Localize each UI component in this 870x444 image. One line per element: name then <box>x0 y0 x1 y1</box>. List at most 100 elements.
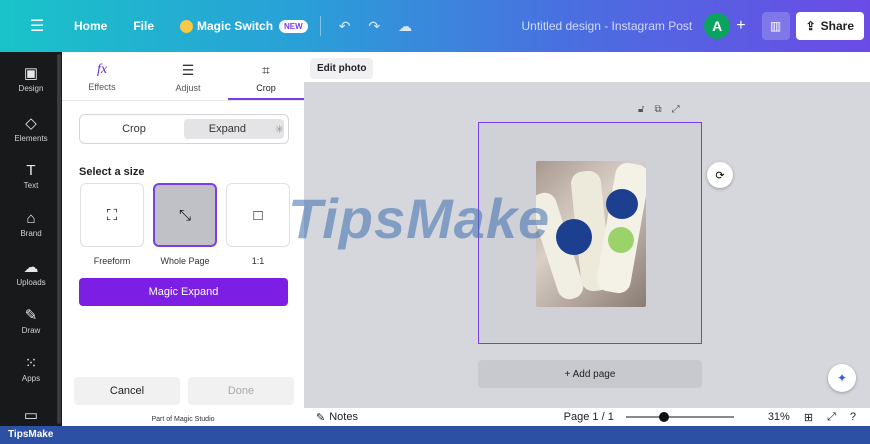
tab-label: Effects <box>88 82 116 92</box>
sidebar-item-folder[interactable]: ▭ <box>0 406 62 426</box>
tab-label: Crop <box>256 83 276 93</box>
lime-graphic <box>608 227 634 253</box>
product-photo[interactable] <box>536 161 646 307</box>
cancel-button[interactable]: Cancel <box>74 377 180 405</box>
brand-icon: ⌂ <box>26 210 36 227</box>
divider <box>319 16 321 36</box>
canvas-area: Edit photo 🔓︎⧉⤢ ⟳ + Add page ✦ <box>304 52 870 408</box>
bottom-bar: ✎ Notes Page 1 / 1 31% ⊞ ⤢ ? <box>304 408 870 426</box>
notes-icon: ✎ <box>316 411 326 424</box>
logo-circle <box>606 189 638 219</box>
cloud-save-icon[interactable]: ☁ <box>398 18 412 35</box>
sidebar-item-draw[interactable]: ✎ Draw <box>0 306 62 335</box>
crop-segment[interactable]: Crop <box>84 119 184 139</box>
grid-view-icon[interactable]: ⊞ <box>804 411 813 424</box>
size-label: 1:1 <box>251 256 265 266</box>
add-icon[interactable]: ⤢ <box>672 104 690 115</box>
sidebar-item-label: Apps <box>21 374 41 383</box>
size-option-freeform[interactable]: ⛶ <box>80 183 144 247</box>
avatar[interactable]: A <box>704 13 731 39</box>
help-icon[interactable]: ? <box>850 411 856 423</box>
sliders-icon: ☰ <box>181 62 195 78</box>
sidebar-item-elements[interactable]: ◇ Elements <box>0 114 62 143</box>
magic-switch-label: Magic Switch <box>197 19 274 33</box>
redo-icon[interactable]: ↷ <box>368 18 380 35</box>
done-button[interactable]: Done <box>188 377 294 405</box>
crop-expand-toggle: Crop Expand ✳ <box>79 114 289 144</box>
tab-label: Adjust <box>175 83 201 93</box>
add-page-button[interactable]: + Add page <box>478 360 702 388</box>
duplicate-icon[interactable]: ⧉ <box>654 104 671 115</box>
whole-page-icon: ⤡ <box>178 206 191 224</box>
upload-icon: ⇪ <box>805 19 816 33</box>
sidebar-item-label: Uploads <box>16 278 46 287</box>
notes-label: Notes <box>329 411 358 423</box>
share-label: Share <box>820 19 854 33</box>
page-indicator[interactable]: Page 1 / 1 <box>564 411 614 423</box>
add-collaborator-icon[interactable]: + <box>736 17 745 35</box>
undo-icon[interactable]: ↶ <box>339 18 351 35</box>
top-bar: ☰ Home File Magic Switch NEW ↶ ↷ ☁ Untit… <box>0 0 870 52</box>
page-actions: 🔓︎⧉⤢ <box>638 104 690 115</box>
logo-circle <box>556 219 592 255</box>
sidebar-item-brand[interactable]: ⌂ Brand <box>0 210 62 238</box>
zoom-level[interactable]: 31% <box>768 411 790 423</box>
size-label: Whole Page <box>160 256 210 266</box>
size-label: Freeform <box>93 256 131 266</box>
sidebar-item-label: Elements <box>14 134 48 143</box>
edit-panel: fx Effects ☰ Adjust ⌗ Crop Crop Expand ✳… <box>62 52 312 426</box>
left-sidebar: ▣ Design ◇ Elements T Text ⌂ Brand ☁ Upl… <box>0 52 62 426</box>
expand-label: Expand <box>208 123 247 135</box>
fullscreen-icon[interactable]: ⤢ <box>827 411 836 424</box>
notes-button[interactable]: ✎ Notes <box>316 411 358 424</box>
expand-segment[interactable]: Expand ✳ <box>184 119 284 139</box>
footer-brand: TipsMake <box>0 426 870 444</box>
sidebar-scrollbar[interactable] <box>57 54 61 424</box>
rotate-icon[interactable]: ⟳ <box>707 162 733 188</box>
magic-switch-button[interactable]: Magic Switch NEW <box>180 19 308 33</box>
magic-assistant-icon[interactable]: ✦ <box>828 364 856 392</box>
edit-photo-button[interactable]: Edit photo <box>310 58 374 79</box>
magic-expand-button[interactable]: Magic Expand <box>79 278 288 306</box>
design-page[interactable] <box>478 122 702 344</box>
canvas-toolbar: Edit photo <box>304 52 870 82</box>
sidebar-item-label: Brand <box>20 229 42 238</box>
grid-icon: ⁙ <box>24 355 38 372</box>
magic-studio-note: Part of Magic Studio <box>151 416 215 423</box>
tab-adjust[interactable]: ☰ Adjust <box>158 62 218 93</box>
text-icon: T <box>26 162 36 179</box>
sidebar-item-label: Design <box>18 84 44 93</box>
sidebar-item-apps[interactable]: ⁙ Apps <box>0 354 62 383</box>
cloud-upload-icon: ☁ <box>23 259 39 276</box>
folder-icon: ▭ <box>23 407 39 424</box>
panel-tabs: fx Effects ☰ Adjust ⌗ Crop <box>62 52 304 101</box>
pen-icon: ✎ <box>24 307 38 324</box>
sidebar-item-design[interactable]: ▣ Design <box>0 64 62 93</box>
insights-icon[interactable]: ▥ <box>761 12 790 40</box>
crop-icon: ⌗ <box>262 62 270 78</box>
size-option-whole-page[interactable]: ⤡ <box>153 183 217 247</box>
size-option-1-1[interactable]: □ <box>226 183 290 247</box>
fx-icon: fx <box>96 62 108 77</box>
share-button[interactable]: ⇪ Share <box>795 12 864 40</box>
tabs-divider <box>62 100 304 101</box>
sidebar-item-text[interactable]: T Text <box>0 162 62 190</box>
sidebar-item-label: Draw <box>21 326 41 335</box>
document-title[interactable]: Untitled design - Instagram Post <box>521 19 692 33</box>
lock-icon[interactable]: 🔓︎ <box>638 104 654 115</box>
zoom-slider[interactable] <box>625 412 734 422</box>
freeform-icon: ⛶ <box>106 206 118 224</box>
sidebar-item-uploads[interactable]: ☁ Uploads <box>0 258 62 287</box>
select-size-heading: Select a size <box>79 166 145 178</box>
sparkle-icon: ✳ <box>274 123 284 136</box>
home-link[interactable]: Home <box>74 19 107 33</box>
sidebar-item-label: Text <box>23 181 39 190</box>
layout-icon: ▣ <box>23 65 39 82</box>
new-badge: NEW <box>279 19 308 33</box>
tab-crop[interactable]: ⌗ Crop <box>236 62 296 93</box>
zoom-slider-knob[interactable] <box>659 412 670 422</box>
square-icon: □ <box>253 206 263 224</box>
hamburger-menu-icon[interactable]: ☰ <box>24 16 50 36</box>
tab-effects[interactable]: fx Effects <box>72 62 132 92</box>
file-menu[interactable]: File <box>133 19 154 33</box>
